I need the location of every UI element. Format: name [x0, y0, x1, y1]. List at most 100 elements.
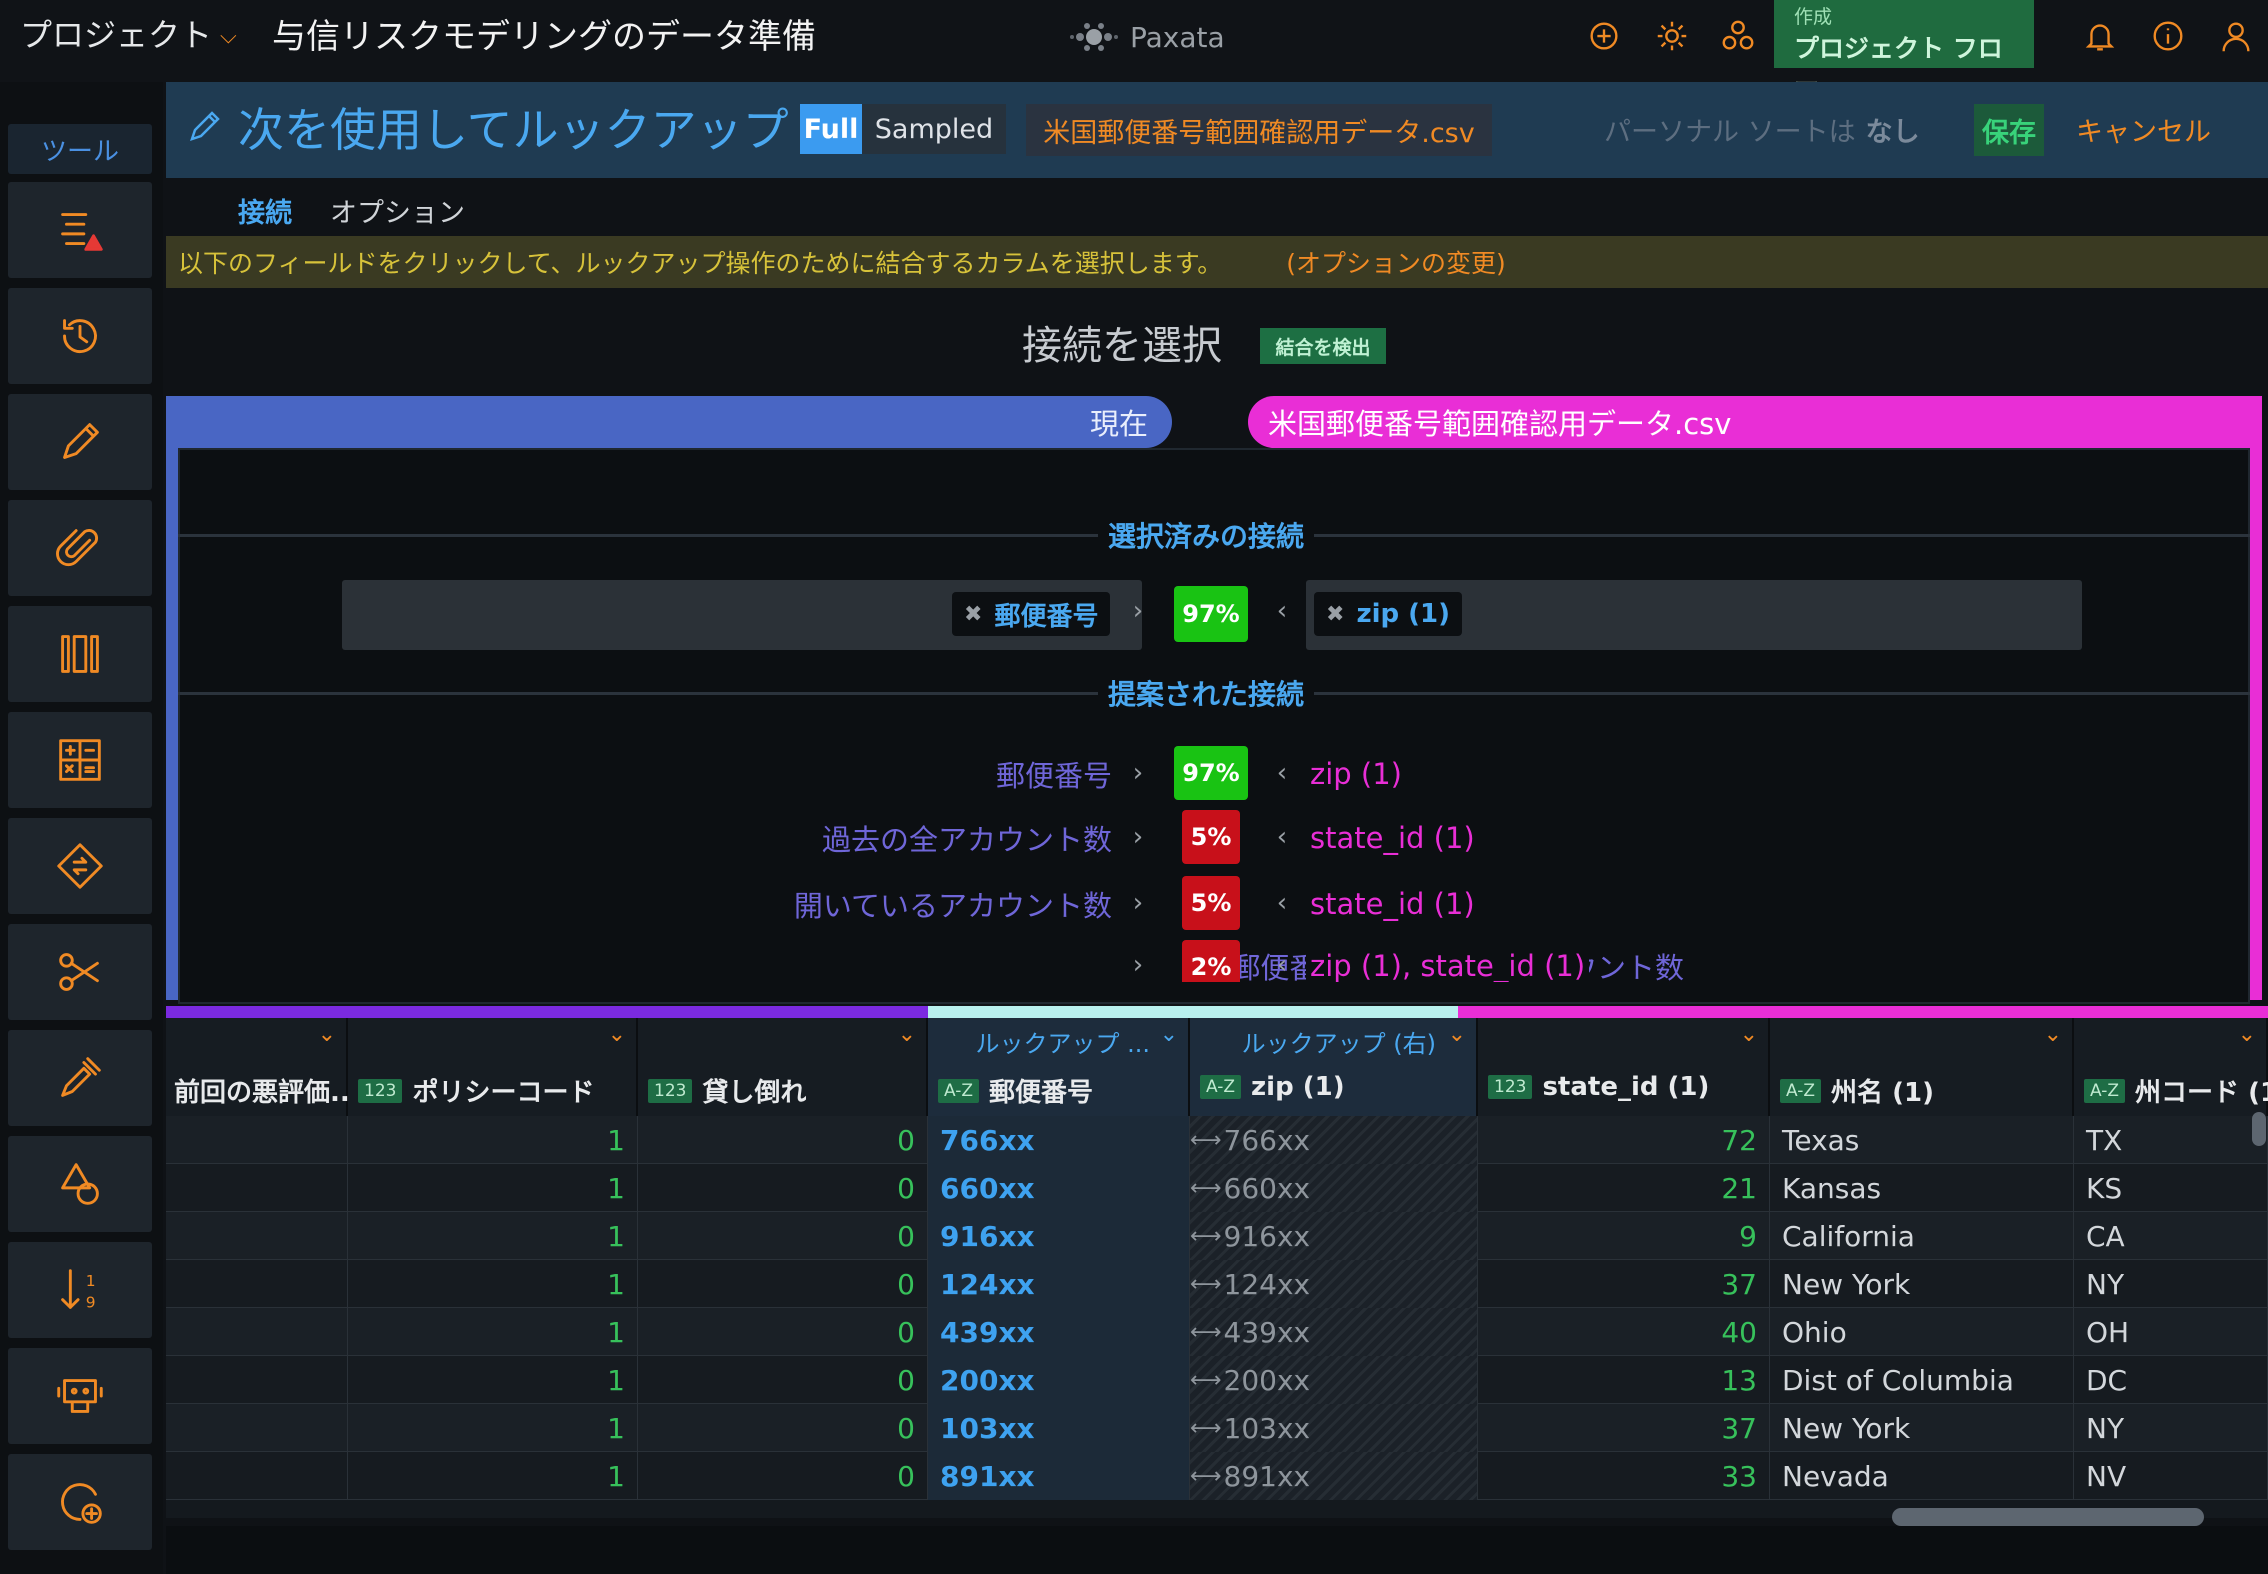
- table-cell[interactable]: ⟷ 200xx: [1190, 1356, 1478, 1404]
- chevron-down-icon[interactable]: ⌄: [1448, 1022, 1466, 1047]
- change-options-link[interactable]: (オプションの変更): [1286, 244, 1506, 280]
- table-cell[interactable]: 439xx: [928, 1308, 1190, 1356]
- table-cell[interactable]: 37: [1478, 1260, 1770, 1308]
- table-cell[interactable]: 891xx: [928, 1452, 1190, 1500]
- table-cell[interactable]: NY: [2074, 1260, 2268, 1308]
- table-cell[interactable]: New York: [1770, 1404, 2074, 1452]
- table-cell[interactable]: [166, 1260, 348, 1308]
- user-icon[interactable]: [2214, 14, 2258, 58]
- table-cell[interactable]: California: [1770, 1212, 2074, 1260]
- vertical-scrollbar[interactable]: [2252, 1112, 2266, 1146]
- tool-dropper[interactable]: [8, 1030, 152, 1126]
- tab-options[interactable]: オプション: [330, 190, 465, 230]
- project-menu-button[interactable]: プロジェクト ⌵: [20, 8, 237, 58]
- selected-left-chip[interactable]: ✖ 郵便番号: [952, 592, 1111, 636]
- table-cell[interactable]: CA: [2074, 1212, 2268, 1260]
- table-cell[interactable]: 1: [348, 1260, 638, 1308]
- table-cell[interactable]: 72: [1478, 1116, 1770, 1164]
- chevron-down-icon[interactable]: ⌄: [898, 1022, 916, 1047]
- table-cell[interactable]: NV: [2074, 1452, 2268, 1500]
- suggestion-right[interactable]: zip (1), state_id (1): [1306, 944, 1590, 982]
- chevron-down-icon[interactable]: ⌄: [2044, 1022, 2062, 1047]
- tool-calculator[interactable]: [8, 712, 152, 808]
- table-cell[interactable]: KS: [2074, 1164, 2268, 1212]
- table-cell[interactable]: 1: [348, 1308, 638, 1356]
- table-cell[interactable]: OH: [2074, 1308, 2268, 1356]
- table-cell[interactable]: DC: [2074, 1356, 2268, 1404]
- suggestion-left[interactable]: 過去の全アカウント数: [815, 816, 1118, 860]
- table-cell[interactable]: 13: [1478, 1356, 1770, 1404]
- table-cell[interactable]: 0: [638, 1116, 928, 1164]
- table-cell[interactable]: 0: [638, 1404, 928, 1452]
- chevron-down-icon[interactable]: ⌄: [1160, 1022, 1178, 1047]
- tool-columns[interactable]: [8, 606, 152, 702]
- table-cell[interactable]: 40: [1478, 1308, 1770, 1356]
- table-cell[interactable]: ⟷ 660xx: [1190, 1164, 1478, 1212]
- cancel-button[interactable]: キャンセル: [2076, 104, 2211, 154]
- horizontal-scrollbar[interactable]: [1892, 1508, 2204, 1526]
- full-toggle-button[interactable]: Full: [800, 104, 862, 154]
- column-header-lookup-left[interactable]: ルックアップ ... ⌄ A-Z 郵便番号: [928, 1018, 1190, 1116]
- table-cell[interactable]: 1: [348, 1452, 638, 1500]
- table-cell[interactable]: 0: [638, 1164, 928, 1212]
- table-cell[interactable]: 37: [1478, 1404, 1770, 1452]
- table-cell[interactable]: [166, 1404, 348, 1452]
- detect-join-button[interactable]: 結合を検出: [1260, 328, 1386, 364]
- selected-right-chip[interactable]: ✖ zip (1): [1314, 592, 1463, 636]
- table-cell[interactable]: 9: [1478, 1212, 1770, 1260]
- table-cell[interactable]: 1: [348, 1212, 638, 1260]
- tool-shapes[interactable]: [8, 1136, 152, 1232]
- column-header[interactable]: ⌄ A-Z 州コード (1): [2074, 1018, 2268, 1116]
- column-header[interactable]: ⌄ 123 貸し倒れ: [638, 1018, 928, 1116]
- table-cell[interactable]: 1: [348, 1164, 638, 1212]
- tool-steps[interactable]: [8, 182, 152, 278]
- table-cell[interactable]: ⟷ 439xx: [1190, 1308, 1478, 1356]
- chevron-down-icon[interactable]: ⌄: [318, 1022, 336, 1047]
- tool-attach[interactable]: [8, 500, 152, 596]
- table-cell[interactable]: ⟷ 891xx: [1190, 1452, 1478, 1500]
- table-cell[interactable]: 0: [638, 1212, 928, 1260]
- table-cell[interactable]: [166, 1308, 348, 1356]
- table-cell[interactable]: ⟷ 916xx: [1190, 1212, 1478, 1260]
- table-cell[interactable]: Kansas: [1770, 1164, 2074, 1212]
- table-cell[interactable]: 21: [1478, 1164, 1770, 1212]
- table-cell[interactable]: NY: [2074, 1404, 2268, 1452]
- table-cell[interactable]: 0: [638, 1260, 928, 1308]
- remove-icon[interactable]: ✖: [1326, 602, 1344, 627]
- tool-transform[interactable]: [8, 818, 152, 914]
- table-cell[interactable]: Nevada: [1770, 1452, 2074, 1500]
- tool-history[interactable]: [8, 288, 152, 384]
- info-icon[interactable]: [2146, 14, 2190, 58]
- suggestion-left[interactable]: 郵便番号: [989, 752, 1118, 796]
- network-icon[interactable]: [1716, 14, 1760, 58]
- suggestion-right[interactable]: state_id (1): [1306, 816, 1479, 860]
- create-project-flow-button[interactable]: 作成 プロジェクト フロー: [1774, 0, 2034, 99]
- table-cell[interactable]: TX: [2074, 1116, 2268, 1164]
- table-cell[interactable]: ⟷ 103xx: [1190, 1404, 1478, 1452]
- suggestion-right[interactable]: state_id (1): [1306, 882, 1479, 926]
- remove-icon[interactable]: ✖: [964, 602, 982, 627]
- chevron-down-icon[interactable]: ⌄: [608, 1022, 626, 1047]
- table-cell[interactable]: New York: [1770, 1260, 2074, 1308]
- tool-edit[interactable]: [8, 394, 152, 490]
- sampled-toggle-button[interactable]: Sampled: [862, 104, 1006, 154]
- column-header[interactable]: ⌄ 123 state_id (1): [1478, 1018, 1770, 1116]
- add-circle-icon[interactable]: [1582, 14, 1626, 58]
- column-header-lookup-right[interactable]: ルックアップ (右) ⌄ A-Z zip (1): [1190, 1018, 1478, 1116]
- gear-icon[interactable]: [1650, 14, 1694, 58]
- lookup-file-chip[interactable]: 米国郵便番号範囲確認用データ.csv: [1026, 104, 1492, 156]
- table-cell[interactable]: 200xx: [928, 1356, 1190, 1404]
- table-cell[interactable]: 916xx: [928, 1212, 1190, 1260]
- pencil-icon[interactable]: [184, 107, 224, 147]
- tool-sort[interactable]: 19: [8, 1242, 152, 1338]
- column-header[interactable]: ⌄ A-Z 州名 (1): [1770, 1018, 2074, 1116]
- tool-robot[interactable]: [8, 1348, 152, 1444]
- table-cell[interactable]: Dist of Columbia: [1770, 1356, 2074, 1404]
- chevron-down-icon[interactable]: ⌄: [2238, 1022, 2256, 1047]
- table-cell[interactable]: ⟷ 766xx: [1190, 1116, 1478, 1164]
- save-button[interactable]: 保存: [1974, 104, 2044, 156]
- table-cell[interactable]: 33: [1478, 1452, 1770, 1500]
- tool-add-lookup[interactable]: [8, 1454, 152, 1550]
- table-cell[interactable]: 1: [348, 1404, 638, 1452]
- suggestion-right[interactable]: zip (1): [1306, 752, 1406, 796]
